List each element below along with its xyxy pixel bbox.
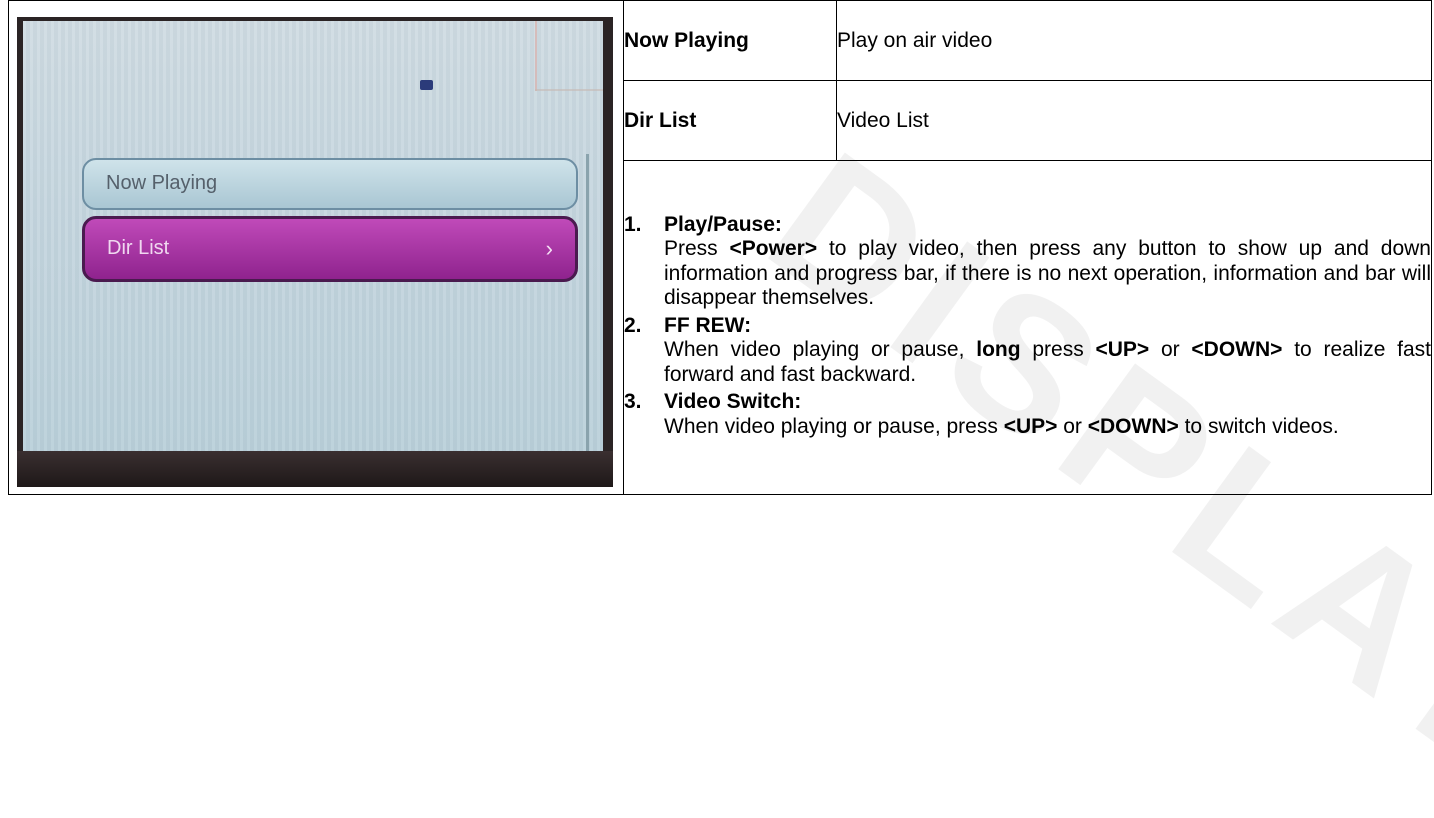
row-label: Dir List [623,80,837,161]
device-screen: Now Playing Dir List › [23,20,603,453]
body-text: When video playing or pause, press [664,414,1004,438]
emphasis-text: <DOWN> [1191,338,1283,362]
scrollbar [586,153,589,453]
menu-item-label: Dir List [107,237,170,259]
step-item: 2. FF REW: When video playing or pause, … [624,314,1431,388]
step-title: FF REW: [664,313,752,337]
instructions-cell: 1. Play/Pause: Press <Power> to play vid… [623,160,1432,495]
step-number: 3. [624,390,642,414]
step-body: Press <Power> to play video, then press … [664,237,1431,311]
emphasis-text: long [976,338,1021,362]
row-value: Play on air video [836,0,1432,81]
device-bezel [17,450,613,487]
menu-item-now-playing[interactable]: Now Playing [82,157,578,210]
emphasis-text: <UP> [1003,414,1058,438]
steps-list: 1. Play/Pause: Press <Power> to play vid… [624,213,1431,440]
battery-icon [420,79,433,90]
emphasis-text: <DOWN> [1087,414,1179,438]
row-label: Now Playing [623,0,837,81]
step-number: 1. [624,212,642,236]
screen-artifact [535,20,537,91]
body-text: to switch videos. [1178,414,1339,438]
row-value: Video List [836,80,1432,161]
body-text: or [1057,414,1088,438]
menu-item-label: Now Playing [106,172,218,194]
step-title: Video Switch: [664,390,802,414]
step-number: 2. [624,313,642,337]
step-item: 3. Video Switch: When video playing or p… [624,390,1431,439]
step-body: When video playing or pause, long press … [664,338,1431,387]
step-body: When video playing or pause, press <UP> … [664,415,1431,440]
body-text: or [1149,338,1192,362]
device-photo: Now Playing Dir List › [17,16,613,487]
body-text: When video playing or pause, [664,338,977,362]
step-title: Play/Pause: [664,212,782,236]
screen-artifact [535,88,603,91]
manual-table: Now Playing Dir List › Now Playing Play … [8,0,1432,495]
body-text: press [1020,338,1096,362]
chevron-right-icon: › [545,235,553,261]
device-photo-cell: Now Playing Dir List › [8,0,624,495]
emphasis-text: <Power> [729,237,818,261]
body-text: Press [664,237,730,261]
step-item: 1. Play/Pause: Press <Power> to play vid… [624,213,1431,311]
emphasis-text: <UP> [1095,338,1150,362]
menu-item-dir-list[interactable]: Dir List › [82,215,578,282]
